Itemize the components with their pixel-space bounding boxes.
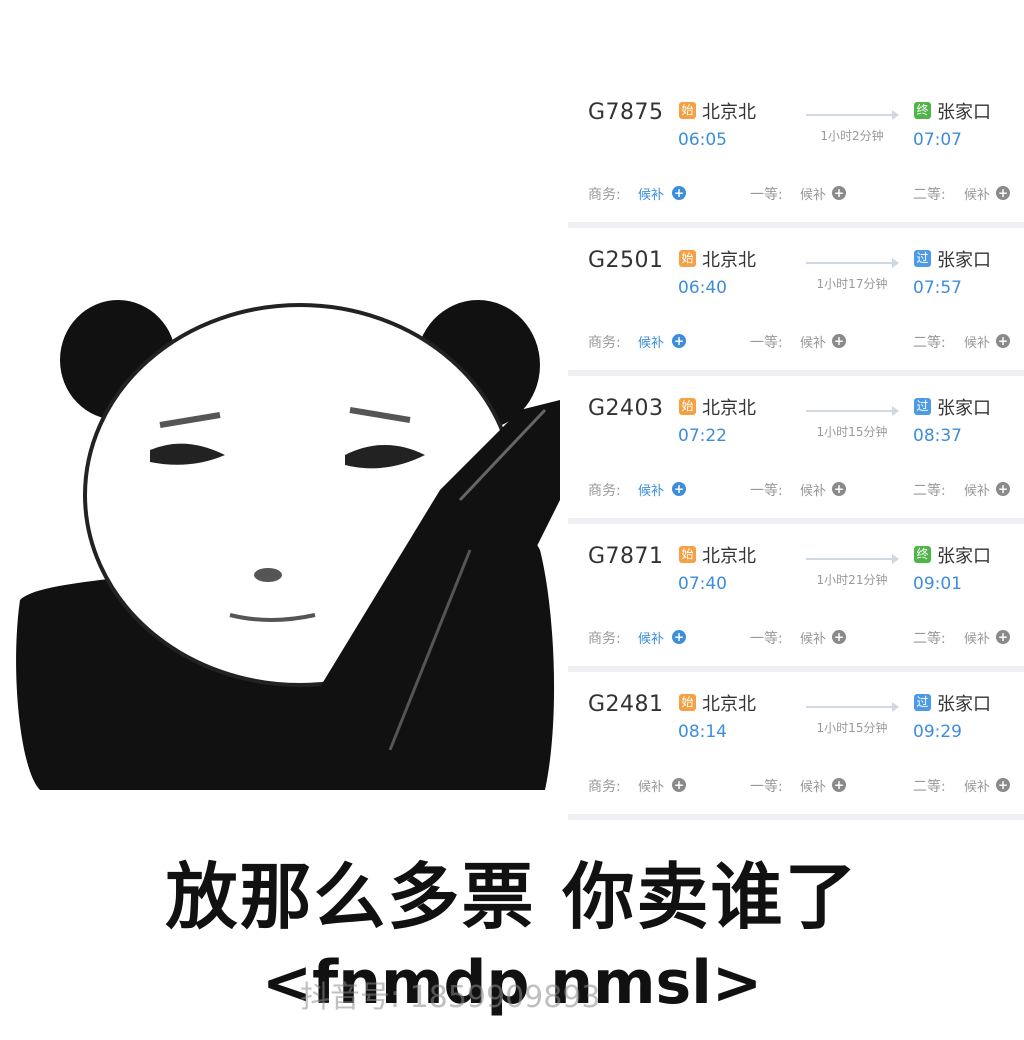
departure-badge: 始 [679, 102, 696, 119]
arrival-time: 09:01 [913, 574, 962, 594]
departure-time: 07:40 [678, 574, 727, 594]
arrow-icon [806, 554, 899, 564]
departure-station: 北京北 [702, 694, 756, 715]
watermark: 抖音号: 1859909893 [300, 980, 601, 1015]
waitlist-status[interactable]: 候补 [964, 184, 990, 203]
departure-badge: 始 [679, 398, 696, 415]
seat-class-label: 商务: [588, 779, 621, 795]
departure-station: 北京北 [702, 250, 756, 271]
arrival-station: 张家口 [937, 398, 991, 419]
seat-class-label: 二等: [913, 335, 946, 351]
add-waitlist-icon[interactable]: + [672, 334, 686, 348]
add-waitlist-icon[interactable]: + [832, 778, 846, 792]
add-waitlist-icon[interactable]: + [672, 186, 686, 200]
add-waitlist-icon[interactable]: + [832, 482, 846, 496]
train-number: G7875 [588, 100, 664, 125]
seat-class-label: 二等: [913, 187, 946, 203]
arrival-badge: 终 [914, 102, 931, 119]
train-number: G7871 [588, 544, 664, 569]
trip-duration: 1小时15分钟 [816, 425, 888, 439]
departure-time: 06:05 [678, 130, 727, 150]
seat-class-label: 一等: [750, 335, 783, 351]
departure-badge: 始 [679, 250, 696, 267]
arrival-station: 张家口 [937, 694, 991, 715]
add-waitlist-icon[interactable]: + [996, 334, 1010, 348]
add-waitlist-icon[interactable]: + [672, 630, 686, 644]
waitlist-status[interactable]: 候补 [800, 628, 826, 647]
seat-class-label: 二等: [913, 631, 946, 647]
arrival-badge: 过 [914, 398, 931, 415]
add-waitlist-icon[interactable]: + [996, 630, 1010, 644]
trip-duration: 1小时21分钟 [816, 573, 888, 587]
arrival-badge: 过 [914, 694, 931, 711]
departure-time: 07:22 [678, 426, 727, 446]
train-list: G7875 始北京北 06:05 1小时2分钟终张家口 07:07 商务: 候补 + 一等: 候补… [568, 80, 1024, 820]
add-waitlist-icon[interactable]: + [832, 334, 846, 348]
arrow-icon [806, 702, 899, 712]
seat-class-label: 一等: [750, 483, 783, 499]
add-waitlist-icon[interactable]: + [996, 186, 1010, 200]
departure-badge: 始 [679, 546, 696, 563]
arrival-time: 08:37 [913, 426, 962, 446]
waitlist-status[interactable]: 候补 [964, 332, 990, 351]
seat-class-label: 商务: [588, 631, 621, 647]
train-card[interactable]: G2403 始北京北 07:22 1小时15分钟 过张家口 08:37 商务: 候补 + 一等: 候… [568, 376, 1024, 524]
trip-duration: 1小时17分钟 [816, 277, 888, 291]
train-card[interactable]: G2501 始北京北 06:40 1小时17分钟 过张家口 07:57 商务: 候补 + 一等: 候… [568, 228, 1024, 376]
arrival-station: 张家口 [937, 250, 991, 271]
waitlist-status[interactable]: 候补 [638, 480, 664, 499]
seat-class-label: 一等: [750, 187, 783, 203]
train-card[interactable]: G7875 始北京北 06:05 1小时2分钟 终张家口 07:07 商务: 候补 + 一等: 候补… [568, 80, 1024, 228]
arrival-station: 张家口 [937, 102, 991, 123]
waitlist-status[interactable]: 候补 [964, 776, 990, 795]
panda-meme-image [16, 300, 560, 790]
add-waitlist-icon[interactable]: + [996, 778, 1010, 792]
seat-class-label: 一等: [750, 779, 783, 795]
departure-station: 北京北 [702, 398, 756, 419]
arrival-station: 张家口 [937, 546, 991, 567]
waitlist-status[interactable]: 候补 [638, 332, 664, 351]
waitlist-status[interactable]: 候补 [964, 480, 990, 499]
add-waitlist-icon[interactable]: + [672, 482, 686, 496]
arrival-badge: 过 [914, 250, 931, 267]
add-waitlist-icon[interactable]: + [832, 186, 846, 200]
train-card[interactable]: G2481 始北京北 08:14 1小时15分钟 过张家口 09:29 商务: 候补 + 一等: 候… [568, 672, 1024, 820]
add-waitlist-icon[interactable]: + [672, 778, 686, 792]
waitlist-status[interactable]: 候补 [800, 776, 826, 795]
trip-duration: 1小时15分钟 [816, 721, 888, 735]
meme-caption: 放那么多票 你卖谁了 [165, 855, 859, 939]
trip-duration: 1小时2分钟 [820, 129, 884, 143]
train-number: G2403 [588, 396, 664, 421]
departure-badge: 始 [679, 694, 696, 711]
seat-class-label: 商务: [588, 335, 621, 351]
arrival-badge: 终 [914, 546, 931, 563]
train-card[interactable]: G7871 始北京北 07:40 1小时21分钟 终张家口 09:01 商务: 候补 + 一等: 候… [568, 524, 1024, 672]
seat-class-label: 商务: [588, 187, 621, 203]
train-number: G2501 [588, 248, 664, 273]
waitlist-status[interactable]: 候补 [964, 628, 990, 647]
arrival-time: 09:29 [913, 722, 962, 742]
arrow-icon [806, 258, 899, 268]
waitlist-status[interactable]: 候补 [800, 184, 826, 203]
train-number: G2481 [588, 692, 664, 717]
waitlist-status[interactable]: 候补 [800, 480, 826, 499]
seat-class-label: 一等: [750, 631, 783, 647]
departure-time: 06:40 [678, 278, 727, 298]
waitlist-status[interactable]: 候补 [638, 776, 664, 795]
departure-time: 08:14 [678, 722, 727, 742]
arrival-time: 07:07 [913, 130, 962, 150]
arrow-icon [806, 406, 899, 416]
seat-class-label: 二等: [913, 483, 946, 499]
arrival-time: 07:57 [913, 278, 962, 298]
seat-class-label: 二等: [913, 779, 946, 795]
waitlist-status[interactable]: 候补 [800, 332, 826, 351]
add-waitlist-icon[interactable]: + [832, 630, 846, 644]
departure-station: 北京北 [702, 546, 756, 567]
waitlist-status[interactable]: 候补 [638, 184, 664, 203]
seat-class-label: 商务: [588, 483, 621, 499]
waitlist-status[interactable]: 候补 [638, 628, 664, 647]
departure-station: 北京北 [702, 102, 756, 123]
arrow-icon [806, 110, 899, 120]
add-waitlist-icon[interactable]: + [996, 482, 1010, 496]
